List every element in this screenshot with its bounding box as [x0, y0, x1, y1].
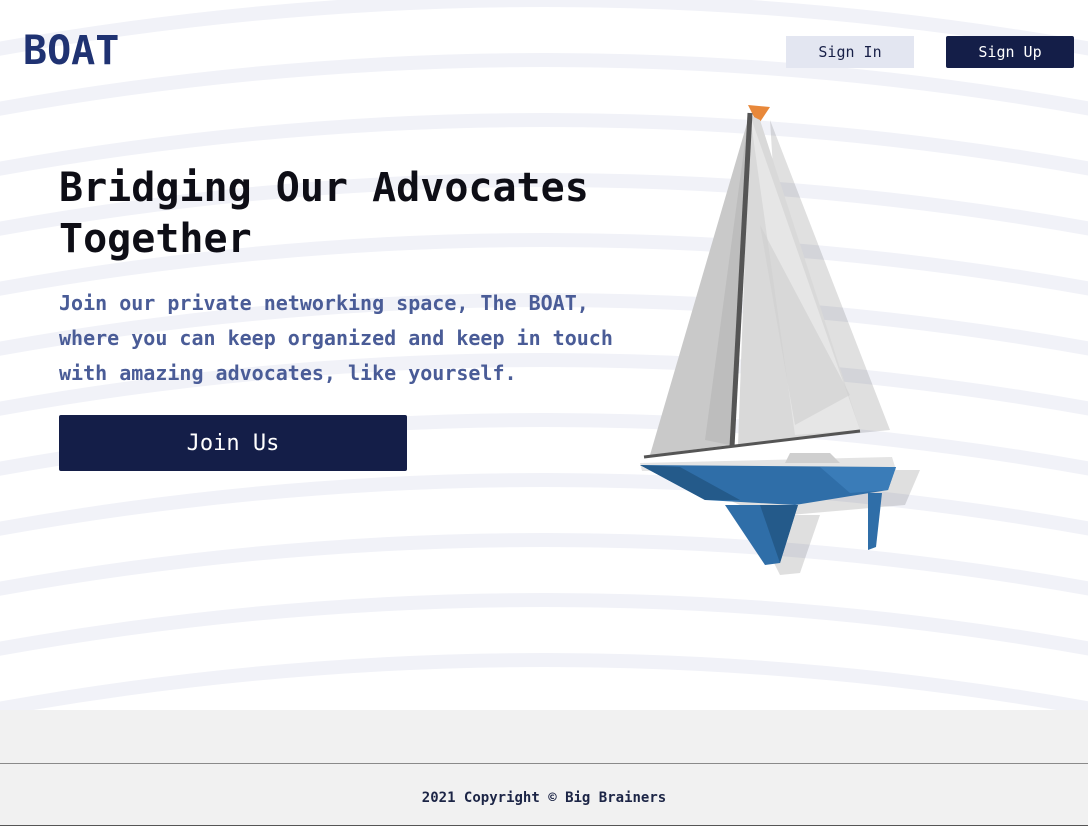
hero-section: BOAT Sign In Sign Up Bridging Our Advoca… — [0, 0, 1088, 710]
sign-in-button[interactable]: Sign In — [786, 36, 914, 68]
join-us-button[interactable]: Join Us — [59, 415, 407, 471]
sign-up-button[interactable]: Sign Up — [946, 36, 1074, 68]
logo[interactable]: BOAT — [23, 27, 119, 75]
footer: 2021 Copyright © Big Brainers — [0, 710, 1088, 826]
copyright-text: 2021 Copyright © Big Brainers — [421, 790, 667, 806]
sailboat-illustration — [640, 105, 920, 575]
hero-subtext: Join our private networking space, The B… — [59, 291, 613, 385]
footer-divider-top — [0, 763, 1088, 764]
hero-headline: Bridging Our Advocates Together — [59, 165, 589, 262]
